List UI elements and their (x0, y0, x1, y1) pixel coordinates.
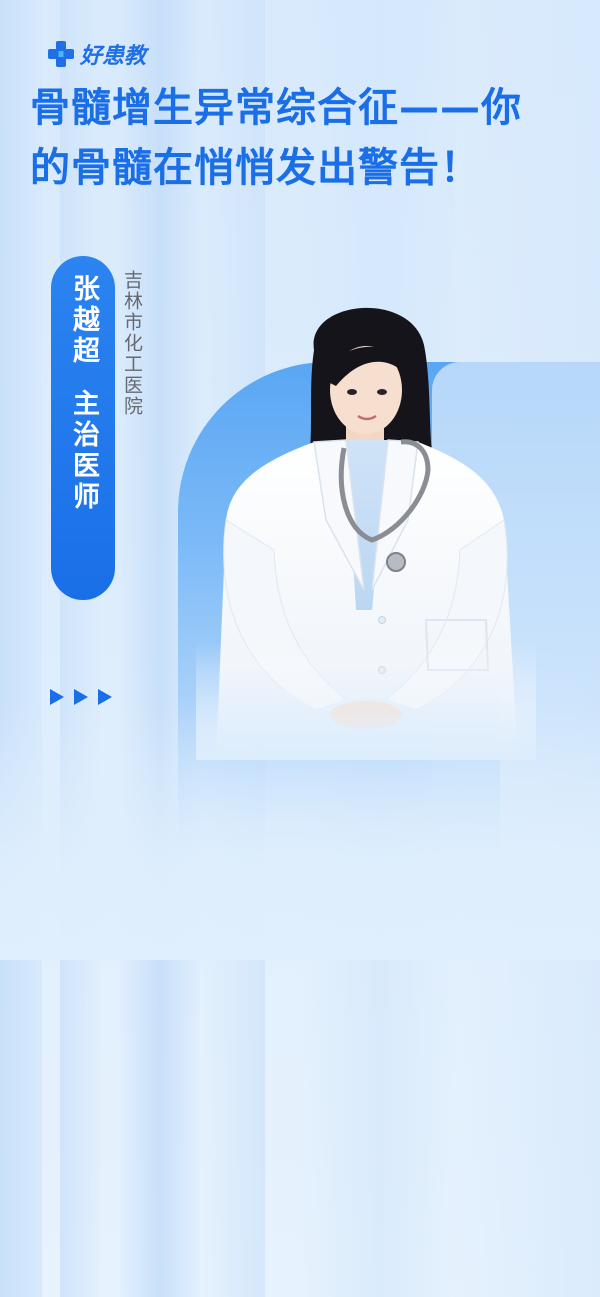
play-arrow-icon (50, 689, 64, 705)
brand-logo: 好患教 (46, 38, 146, 70)
doctor-portrait (196, 290, 536, 760)
doctor-position: 主治医师 (68, 389, 99, 513)
page-title: 骨髓增生异常综合征——你的骨髓在悄悄发出警告！ (30, 85, 522, 191)
doctor-name-badge: 张越超 主治医师 (51, 256, 115, 600)
doctor-name: 张越超 (68, 274, 99, 367)
play-arrow-icon (98, 689, 112, 705)
poster: 好患教 骨髓增生异常综合征——你的骨髓在悄悄发出警告！ 张越超 主治医师 吉林市… (0, 0, 600, 1297)
arrow-decoration (50, 689, 112, 705)
bottom-fade (0, 700, 600, 960)
medical-cross-icon (48, 41, 74, 67)
play-arrow-icon (74, 689, 88, 705)
hospital-name: 吉林市化工医院 (121, 270, 143, 417)
brand-name: 好患教 (80, 44, 147, 69)
